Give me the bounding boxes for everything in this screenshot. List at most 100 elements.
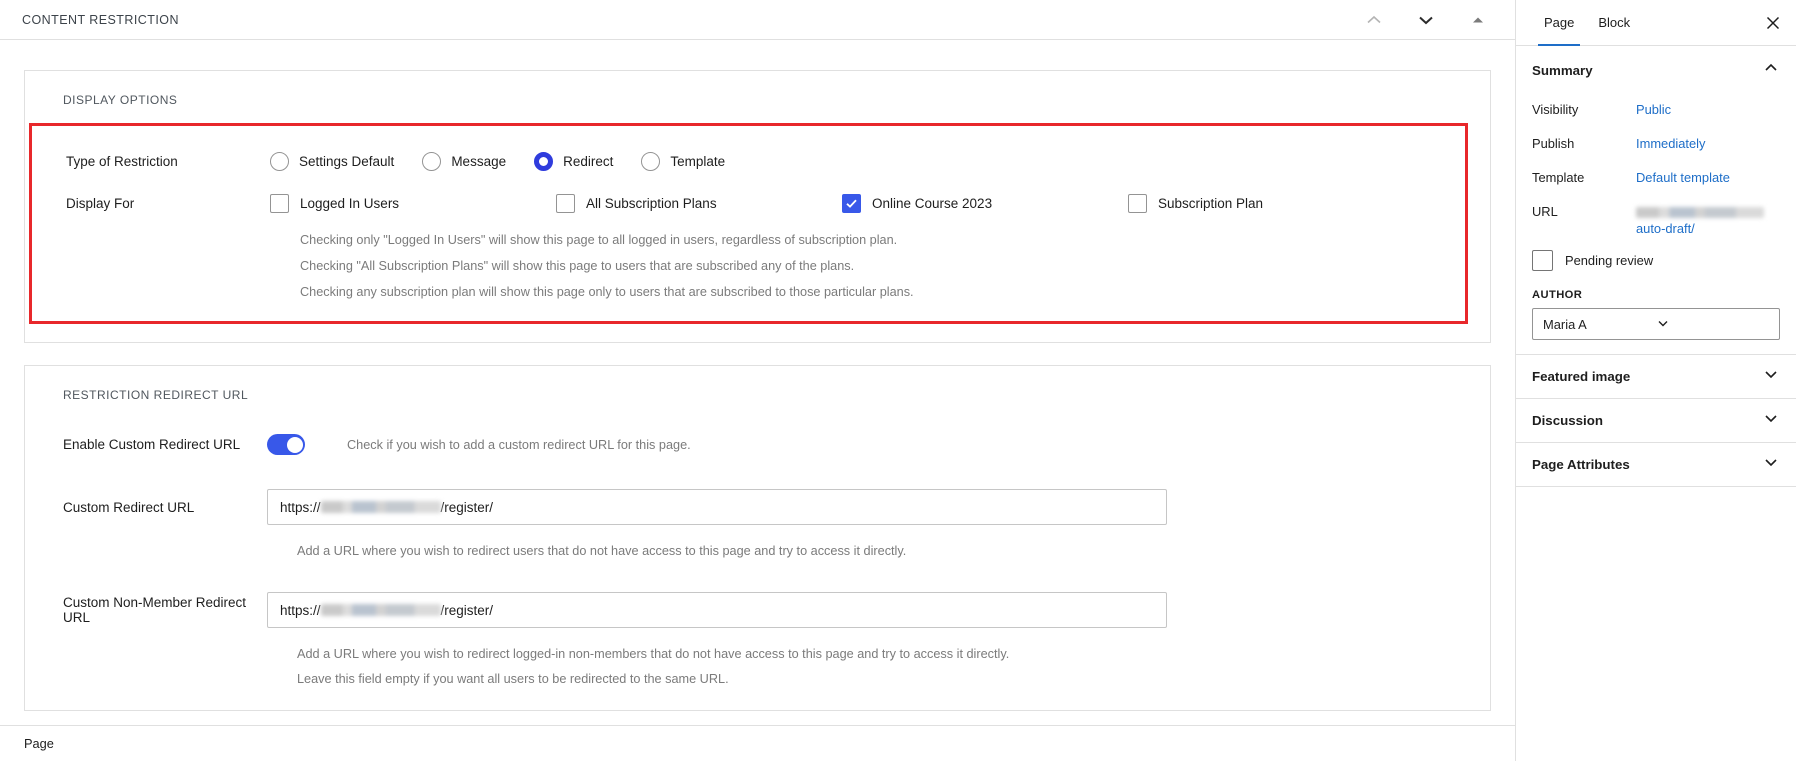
pending-review-row: Pending review [1532,240,1780,275]
chevron-down-icon[interactable] [1762,409,1780,432]
summary-value-url[interactable]: auto-draft/ [1636,203,1764,237]
radio-template[interactable]: Template [641,151,726,171]
radio-settings-default[interactable]: Settings Default [270,151,395,171]
radio-mark-settings-default[interactable] [270,151,289,171]
chevron-up-icon[interactable] [1363,9,1385,31]
custom-non-member-url-prefix: https:// [280,602,321,618]
sidebar-section-summary-title: Summary [1532,62,1593,78]
display-for-cell-1: Logged In Users [270,194,556,213]
radio-mark-template[interactable] [641,151,661,171]
custom-non-member-url-redacted-domain [320,604,441,616]
summary-value-publish[interactable]: Immediately [1636,135,1706,152]
chevron-up-icon[interactable] [1762,59,1780,82]
custom-non-member-redirect-url-input[interactable]: https:// /register/ [267,592,1167,628]
sidebar-empty-space [1516,486,1796,761]
page-title: CONTENT RESTRICTION [22,12,179,27]
checkbox-label-logged-in-users: Logged In Users [300,196,400,211]
sidebar-section-discussion-title: Discussion [1532,413,1603,428]
author-select-value: Maria A [1543,316,1587,332]
sidebar-section-discussion[interactable]: Discussion [1516,398,1796,442]
custom-redirect-url-redacted-domain [320,501,441,513]
help-line-1: Checking only "Logged In Users" will sho… [300,233,898,247]
sidebar-section-featured-image-title: Featured image [1532,369,1631,384]
sidebar-summary-body: Visibility Public Publish Immediately Te… [1516,94,1796,354]
checkbox-subscription-plan[interactable]: Subscription Plan [1128,194,1263,213]
radio-label-template: Template [670,153,726,169]
chevron-down-icon[interactable] [1656,316,1769,333]
custom-non-member-redirect-url-help: Add a URL where you wish to redirect log… [25,634,1490,692]
enable-custom-redirect-label: Enable Custom Redirect URL [63,437,241,452]
radio-label-redirect: Redirect [563,153,614,169]
display-options-highlight-region: Type of Restriction Settings Default Mes… [29,123,1468,324]
checkbox-mark-online-course-2023[interactable] [842,194,861,213]
custom-redirect-url-row: Custom Redirect URL https:// /register/ [25,461,1490,531]
sidebar-section-page-attributes[interactable]: Page Attributes [1516,442,1796,486]
summary-value-visibility[interactable]: Public [1636,101,1671,118]
summary-label-visibility: Visibility [1532,102,1579,117]
pending-review-checkbox[interactable] [1532,250,1553,271]
summary-label-url: URL [1532,204,1558,219]
caret-up-icon[interactable] [1467,9,1489,31]
display-options-metabox: DISPLAY OPTIONS Type of Restriction Sett… [24,70,1491,343]
checkbox-mark-subscription-plan[interactable] [1128,194,1147,213]
status-bar-document-label[interactable]: Page [24,736,54,751]
summary-row-url: URL auto-draft/ [1532,200,1780,240]
enable-custom-redirect-row: Enable Custom Redirect URL Check if you … [25,418,1490,461]
radio-mark-redirect[interactable] [534,151,554,171]
checkbox-logged-in-users[interactable]: Logged In Users [270,194,399,213]
radio-label-message: Message [451,153,507,169]
type-of-restriction-label: Type of Restriction [66,153,178,169]
summary-value-template[interactable]: Default template [1636,169,1730,186]
radio-mark-message[interactable] [422,151,442,171]
radio-message[interactable]: Message [422,151,507,171]
custom-redirect-url-prefix: https:// [280,499,321,515]
type-of-restriction-options: Settings Default Message Redirect Templa… [270,151,726,171]
enable-custom-redirect-toggle[interactable] [267,434,305,455]
chevron-down-icon[interactable] [1762,453,1780,476]
sidebar-section-summary-header[interactable]: Summary [1516,46,1796,94]
chevron-down-icon[interactable] [1415,9,1437,31]
enable-custom-redirect-help: Check if you wish to add a custom redire… [347,437,691,452]
display-for-cell-2: All Subscription Plans [556,194,842,213]
close-icon[interactable] [1750,0,1796,45]
custom-redirect-url-input[interactable]: https:// /register/ [267,489,1167,525]
sidebar-tabs: Page Block [1516,0,1796,46]
chevron-down-icon[interactable] [1762,365,1780,388]
summary-row-visibility: Visibility Public [1532,98,1780,132]
tab-block[interactable]: Block [1586,0,1642,45]
restriction-redirect-section-title: RESTRICTION REDIRECT URL [63,388,249,402]
radio-label-settings-default: Settings Default [299,153,395,169]
custom-non-member-redirect-url-row: Custom Non-Member Redirect URL https:// /… [25,564,1490,634]
checkbox-mark-all-subscription-plans[interactable] [556,194,575,213]
summary-url-suffix: auto-draft/ [1636,221,1695,236]
checkbox-label-subscription-plan: Subscription Plan [1158,196,1264,211]
checkbox-mark-logged-in-users[interactable] [270,194,289,213]
content-restriction-panel-header: CONTENT RESTRICTION [0,0,1515,40]
help-line-2: Checking "All Subscription Plans" will s… [300,259,855,273]
non-member-help-line-1: Add a URL where you wish to redirect log… [297,647,1010,661]
editor-status-bar: Page [0,725,1515,761]
author-label: AUTHOR [1532,289,1583,301]
settings-sidebar: Page Block Summary Visibility Public Pub… [1515,0,1796,761]
author-select[interactable]: Maria A [1532,308,1780,340]
custom-non-member-url-suffix: /register/ [440,602,494,618]
panel-header-icons [1363,9,1501,31]
radio-redirect[interactable]: Redirect [534,151,614,171]
custom-redirect-url-suffix: /register/ [440,499,494,515]
sidebar-section-featured-image[interactable]: Featured image [1516,354,1796,398]
display-for-cell-3: Online Course 2023 [842,194,1128,213]
display-for-cell-4: Subscription Plan [1128,194,1263,213]
summary-row-publish: Publish Immediately [1532,132,1780,166]
editor-scroll-area: DISPLAY OPTIONS Type of Restriction Sett… [0,40,1515,761]
checkbox-online-course-2023[interactable]: Online Course 2023 [842,194,992,213]
checkbox-all-subscription-plans[interactable]: All Subscription Plans [556,194,717,213]
checkbox-label-online-course-2023: Online Course 2023 [872,196,993,211]
toggle-knob [286,436,303,453]
summary-label-publish: Publish [1532,136,1575,151]
display-options-section-title: DISPLAY OPTIONS [63,93,178,107]
tab-page[interactable]: Page [1532,0,1586,46]
restriction-redirect-url-metabox: RESTRICTION REDIRECT URL Enable Custom R… [24,365,1491,711]
summary-row-template: Template Default template [1532,166,1780,200]
sidebar-section-page-attributes-title: Page Attributes [1532,457,1630,472]
custom-redirect-url-help: Add a URL where you wish to redirect use… [25,531,1490,564]
